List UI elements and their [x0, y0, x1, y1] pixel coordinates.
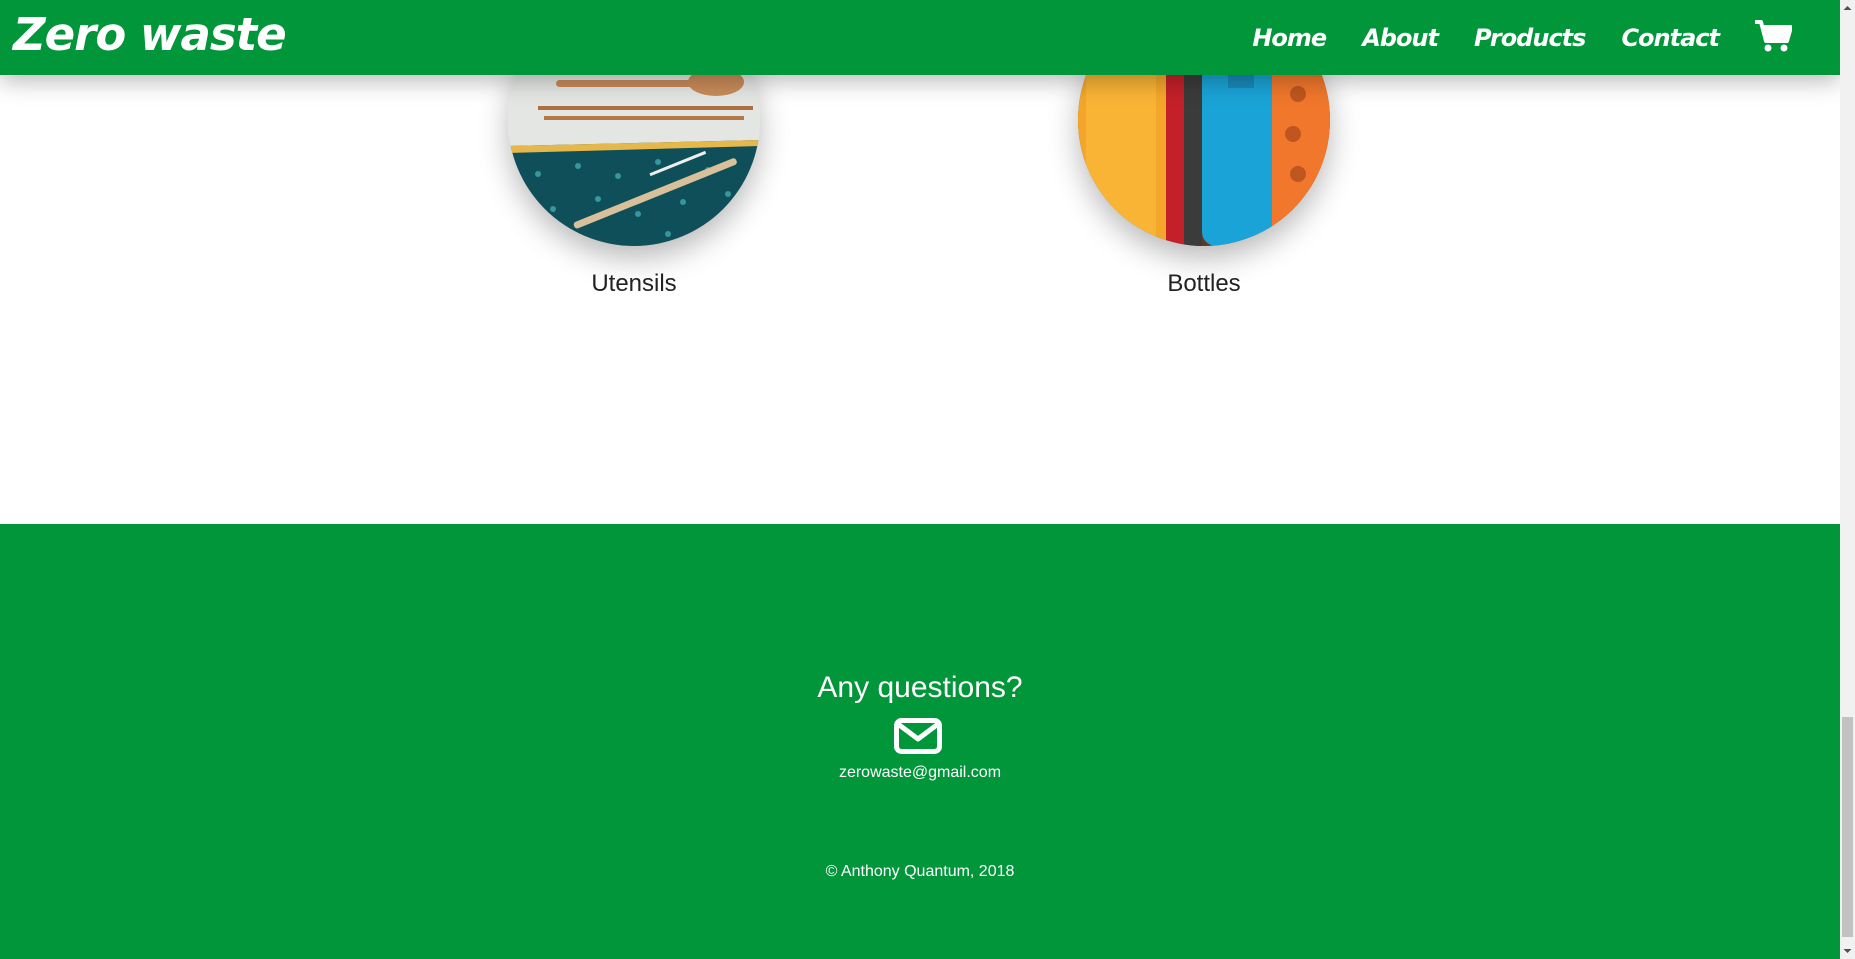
product-label: Utensils: [591, 270, 677, 297]
footer-email[interactable]: zerowaste@gmail.com: [0, 764, 1840, 782]
scrollbar-thumb[interactable]: [1842, 717, 1853, 937]
nav-links: Home About Products Contact: [1216, 0, 1840, 75]
scroll-down-arrow-icon[interactable]: [1840, 942, 1855, 959]
shopping-cart-icon: [1755, 20, 1792, 52]
page: Utensils Bottles Any questions? zerowast…: [0, 0, 1840, 959]
envelope-icon[interactable]: [894, 718, 942, 754]
scroll-up-arrow-icon[interactable]: [1840, 0, 1855, 17]
nav-home[interactable]: Home: [1252, 24, 1327, 52]
nav-contact[interactable]: Contact: [1621, 24, 1720, 52]
footer-question: Any questions?: [817, 671, 1023, 704]
nav-products[interactable]: Products: [1474, 24, 1586, 52]
vertical-scrollbar[interactable]: [1840, 0, 1855, 959]
product-label: Bottles: [1167, 270, 1241, 297]
cart-button[interactable]: [1755, 19, 1792, 52]
brand-logo[interactable]: Zero waste: [13, 4, 287, 66]
footer-copyright: © Anthony Quantum, 2018: [825, 863, 1015, 880]
footer: Any questions? zerowaste@gmail.com © Ant…: [0, 524, 1840, 959]
nav-about[interactable]: About: [1362, 24, 1439, 52]
navbar: Zero waste Home About Products Contact: [0, 0, 1840, 75]
